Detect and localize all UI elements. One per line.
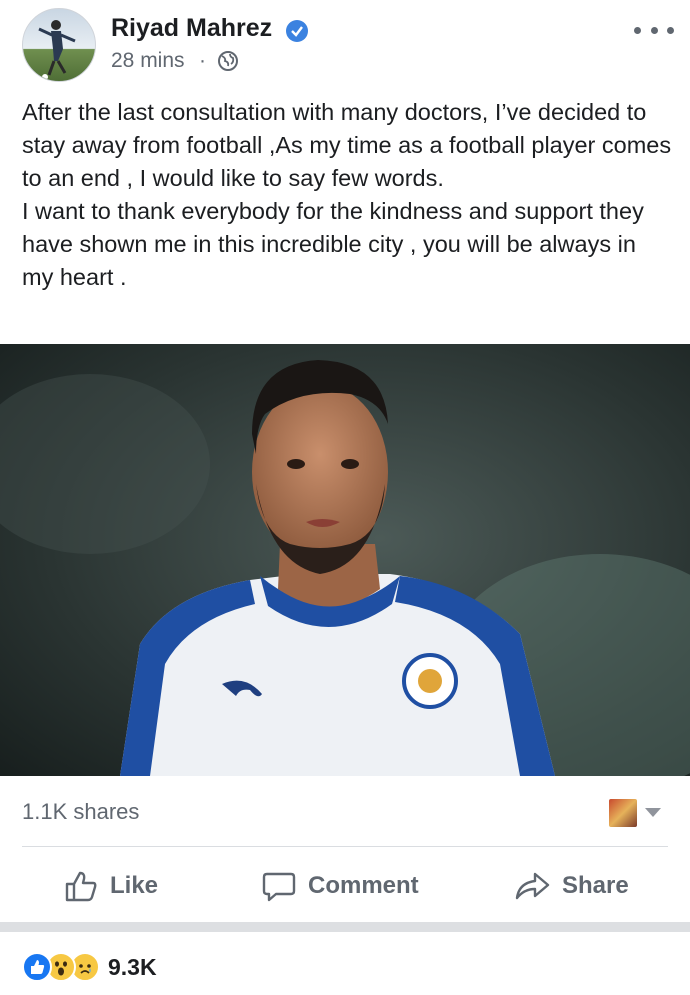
verified-badge-icon xyxy=(286,20,308,42)
comment-button[interactable]: Comment xyxy=(262,848,419,924)
post-message: After the last consultation with many do… xyxy=(22,96,672,294)
more-dot-icon xyxy=(634,26,641,34)
like-reaction-icon xyxy=(22,952,52,982)
post-timestamp[interactable]: 28 mins xyxy=(111,49,185,73)
action-bar: Like Comment Share xyxy=(0,848,690,924)
chevron-down-icon[interactable] xyxy=(645,808,661,817)
author-avatar[interactable] xyxy=(22,8,96,82)
reactions-count: 9.3K xyxy=(108,953,157,980)
like-label: Like xyxy=(110,872,159,899)
time-separator: · xyxy=(199,49,206,72)
thumbs-up-icon xyxy=(65,871,97,902)
comment-label: Comment xyxy=(308,872,419,899)
globe-icon xyxy=(217,50,239,72)
more-dot-icon xyxy=(650,26,658,34)
shares-count[interactable]: 1.1K shares xyxy=(22,799,139,825)
comment-bubble-icon xyxy=(262,872,296,902)
reactions-summary[interactable]: 9.3K xyxy=(22,951,157,983)
post-message-text: After the last consultation with many do… xyxy=(22,99,672,290)
post-header: Riyad Mahrez 28 mins · xyxy=(0,0,690,92)
more-dot-icon xyxy=(667,26,674,34)
post-photo[interactable] xyxy=(0,344,690,776)
more-options-button[interactable] xyxy=(634,18,674,42)
section-separator xyxy=(0,922,690,932)
like-button[interactable]: Like xyxy=(64,848,158,924)
share-button[interactable]: Share xyxy=(514,848,629,924)
viewer-thumbnail[interactable] xyxy=(609,799,637,827)
author-name[interactable]: Riyad Mahrez xyxy=(111,14,272,43)
divider xyxy=(22,846,668,847)
share-label: Share xyxy=(562,872,629,899)
share-arrow-icon xyxy=(515,872,550,900)
